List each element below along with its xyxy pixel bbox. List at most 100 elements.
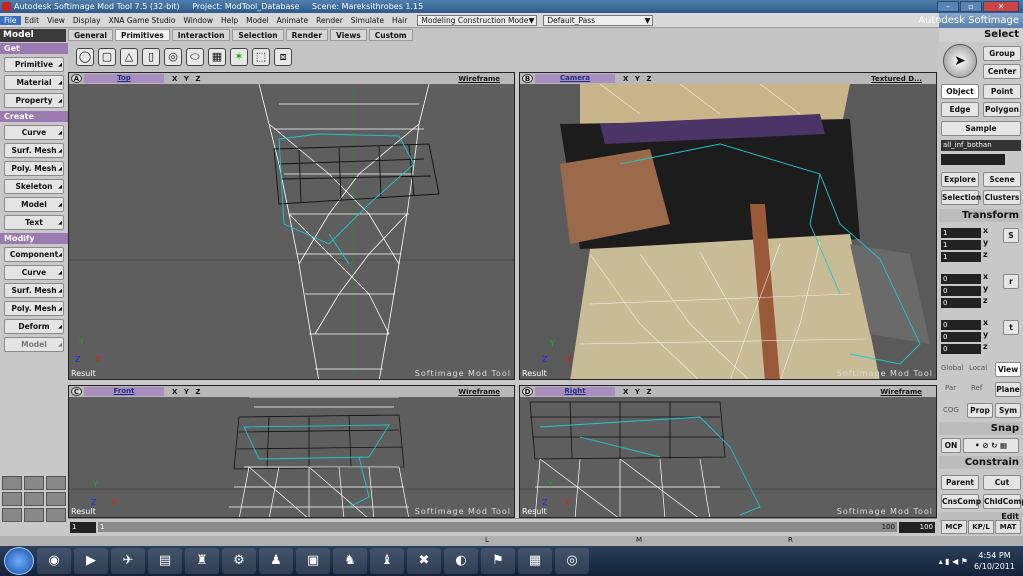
viewport-axes[interactable]: X Y Z [623, 75, 653, 83]
game-icon[interactable]: ♞ [333, 548, 367, 574]
translate-button[interactable]: t [1003, 320, 1019, 335]
layout-icon[interactable] [2, 492, 22, 506]
window-icon[interactable]: ▣ [296, 548, 330, 574]
menu-xna[interactable]: XNA Game Studio [105, 16, 180, 25]
viewport-display-mode[interactable]: Textured D... [871, 75, 922, 83]
timeline-start-field[interactable]: 1 [70, 522, 96, 533]
folder-icon[interactable]: ▤ [148, 548, 182, 574]
ref-ref[interactable]: Ref [971, 384, 982, 392]
tab-render[interactable]: Render [285, 29, 329, 41]
mat-tab[interactable]: MAT [995, 520, 1021, 534]
menu-help[interactable]: Help [217, 16, 242, 25]
x-icon[interactable]: ✖ [407, 548, 441, 574]
layout-icon[interactable] [2, 476, 22, 490]
viewport-display-mode[interactable]: Wireframe [880, 388, 922, 396]
polygon-button[interactable]: Polygon [983, 102, 1021, 117]
tool-icon[interactable] [2, 508, 22, 522]
modify-model-button[interactable]: Model [4, 337, 64, 352]
viewport-axes[interactable]: X Y Z [172, 388, 202, 396]
viewport-axes[interactable]: X Y Z [623, 388, 653, 396]
viewport-b[interactable]: B Camera X Y Z Textured D... Y X Z Resul… [519, 72, 937, 380]
viewport-a[interactable]: A Top X Y Z Wireframe Y X Z Result Softi… [68, 72, 515, 380]
softimage-icon[interactable]: ◎ [555, 548, 589, 574]
module-selector[interactable]: Model [0, 28, 66, 42]
grid-icon[interactable]: ▦ [208, 48, 226, 66]
snap-on-toggle[interactable]: ON [941, 438, 961, 453]
viewport-letter[interactable]: C [71, 387, 82, 396]
clock[interactable]: 4:54 PM 6/10/2011 [974, 550, 1015, 572]
torus-icon[interactable]: ◎ [164, 48, 182, 66]
cnscomp-button[interactable]: CnsComp [941, 494, 981, 509]
tab-general[interactable]: General [68, 29, 113, 41]
mcp-tab[interactable]: MCP [941, 520, 967, 534]
cut-button[interactable]: Cut [983, 475, 1021, 490]
tab-r[interactable]: R [788, 536, 793, 544]
cylinder-icon[interactable]: ▯ [142, 48, 160, 66]
media-icon[interactable]: ▶ [74, 548, 108, 574]
get-material-button[interactable]: Material [4, 75, 64, 90]
layout-icon[interactable] [24, 476, 44, 490]
ref-plane[interactable]: Plane [995, 382, 1021, 397]
modify-surf-mesh-button[interactable]: Surf. Mesh [4, 283, 64, 298]
viewport-letter[interactable]: B [522, 74, 533, 83]
tool-icon[interactable]: ⚙ [222, 548, 256, 574]
selection-button[interactable]: Selection [941, 190, 981, 205]
modify-curve-button[interactable]: Curve [4, 265, 64, 280]
modify-component-button[interactable]: Component [4, 247, 64, 262]
layout-icon[interactable] [46, 476, 66, 490]
create-model-button[interactable]: Model [4, 197, 64, 212]
translate-y-field[interactable]: 0 [941, 332, 981, 342]
point-button[interactable]: Point [983, 84, 1021, 99]
menu-edit[interactable]: Edit [21, 16, 44, 25]
cone-icon[interactable]: △ [120, 48, 138, 66]
tab-views[interactable]: Views [330, 29, 367, 41]
create-skeleton-button[interactable]: Skeleton [4, 179, 64, 194]
office-icon[interactable]: ▦ [518, 548, 552, 574]
create-text-button[interactable]: Text [4, 215, 64, 230]
rotate-x-field[interactable]: 0 [941, 274, 981, 284]
viewport-display-mode[interactable]: Wireframe [458, 388, 500, 396]
menu-render[interactable]: Render [312, 16, 347, 25]
game-icon[interactable]: ♜ [185, 548, 219, 574]
minimize-button[interactable]: – [937, 1, 959, 12]
menu-display[interactable]: Display [69, 16, 105, 25]
prop-button[interactable]: Prop [967, 403, 993, 418]
ref-view[interactable]: View [995, 362, 1021, 377]
viewport-c[interactable]: C Front X Y Z Wireframe Y X Z Result Sof… [68, 385, 515, 518]
tab-primitives[interactable]: Primitives [115, 29, 170, 41]
pass-dropdown[interactable]: Default_Pass ▼ [543, 14, 654, 26]
create-poly-mesh-button[interactable]: Poly. Mesh [4, 161, 64, 176]
menu-hair[interactable]: Hair [388, 16, 411, 25]
null-icon[interactable]: ✶ [230, 48, 248, 66]
axis-x-label[interactable]: x [983, 272, 988, 281]
rotate-button[interactable]: r [1003, 274, 1019, 289]
selection-name-field[interactable]: all_inf_bothan [941, 140, 1021, 151]
translate-z-field[interactable]: 0 [941, 344, 981, 354]
viewport-axes[interactable]: X Y Z [172, 75, 202, 83]
cube-3d-icon[interactable]: ⧈ [274, 48, 292, 66]
viewport-display-mode[interactable]: Wireframe [458, 75, 500, 83]
layout-icon[interactable] [46, 492, 66, 506]
viewport-letter[interactable]: A [71, 74, 82, 83]
axis-y-label[interactable]: y [983, 238, 988, 247]
scale-x-field[interactable]: 1 [941, 228, 981, 238]
viewport-camera-menu[interactable]: Right [535, 387, 615, 396]
menu-view[interactable]: View [43, 16, 69, 25]
viewport-camera-menu[interactable]: Front [84, 387, 164, 396]
axis-y-label[interactable]: y [983, 284, 988, 293]
tab-custom[interactable]: Custom [368, 29, 413, 41]
start-button[interactable] [4, 547, 34, 575]
edge-button[interactable]: Edge [941, 102, 979, 117]
menu-model[interactable]: Model [242, 16, 273, 25]
explore-button[interactable]: Explore [941, 172, 979, 187]
cube-wire-icon[interactable]: ⬚ [252, 48, 270, 66]
viewport-camera-menu[interactable]: Camera [535, 74, 615, 83]
get-primitive-button[interactable]: Primitive [4, 57, 64, 72]
menu-animate[interactable]: Animate [273, 16, 312, 25]
group-button[interactable]: Group [983, 46, 1021, 61]
axis-x-label[interactable]: x [983, 226, 988, 235]
tab-m[interactable]: M [636, 536, 642, 544]
game-icon[interactable]: ♟ [259, 548, 293, 574]
app-icon[interactable]: ✈ [111, 548, 145, 574]
scale-button[interactable]: S [1003, 228, 1019, 243]
